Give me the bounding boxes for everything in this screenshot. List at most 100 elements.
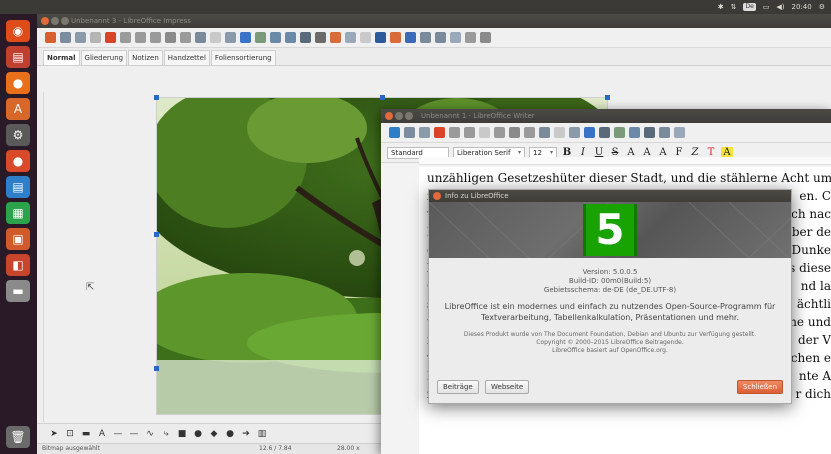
print-preview-icon[interactable] [464,127,475,138]
find-icon[interactable] [225,32,236,43]
textbox-icon[interactable] [659,127,670,138]
connector-icon[interactable]: ⤷ [161,429,171,439]
resize-handle-n[interactable] [380,95,385,100]
cut-icon[interactable] [135,32,146,43]
close-icon[interactable] [433,192,441,200]
clock[interactable]: 20:40 [792,3,812,11]
master-slide-icon[interactable] [420,32,431,43]
tab-notizen[interactable]: Notizen [128,50,163,65]
impress-titlebar[interactable]: Unbenannt 3 - LibreOffice Impress [37,14,831,28]
duplicate-slide-icon[interactable] [450,32,461,43]
print-icon[interactable] [120,32,131,43]
chart-icon[interactable] [285,32,296,43]
about-dialog-titlebar[interactable]: Info zu LibreOffice [429,190,791,202]
arrow-line-icon[interactable]: — [129,429,139,439]
keyboard-layout-indicator[interactable]: De [743,3,756,11]
chart-icon[interactable] [644,127,655,138]
redo-icon[interactable] [210,32,221,43]
table-icon[interactable] [255,32,266,43]
redo-icon[interactable] [554,127,565,138]
tab-handzettel[interactable]: Handzettel [163,50,210,65]
ubuntu-one-icon[interactable]: ● [6,150,30,172]
tab-normal[interactable]: Normal [43,50,80,65]
trash-icon[interactable]: 🗑 [6,426,30,448]
line-color-icon[interactable]: ▬ [81,429,91,439]
impress-launcher-icon[interactable]: ▣ [6,228,30,250]
textbox-icon[interactable] [300,32,311,43]
delete-slide-icon[interactable] [465,32,476,43]
resize-handle-w[interactable] [154,232,159,237]
save-icon[interactable] [75,32,86,43]
resize-handle-nw[interactable] [154,95,159,100]
fill-color-icon[interactable]: A [97,429,107,439]
settings-icon[interactable]: ⚙ [6,124,30,146]
chevron-down-icon[interactable]: ▾ [550,148,553,158]
tab-gliederung[interactable]: Gliederung [80,50,128,65]
new-icon[interactable] [45,32,56,43]
website-button[interactable]: Webseite [485,380,530,394]
new-slide-icon[interactable] [435,32,446,43]
symbol-shapes-icon[interactable]: ● [225,429,235,439]
line-icon[interactable]: — [113,429,123,439]
flowchart-icon[interactable]: ▥ [257,429,267,439]
print-icon[interactable] [449,127,460,138]
paste-icon[interactable] [165,32,176,43]
undo-icon[interactable] [195,32,206,43]
table-icon[interactable] [614,127,625,138]
find-icon[interactable] [569,127,580,138]
spellcheck-icon[interactable] [240,32,251,43]
battery-icon[interactable]: ▭ [763,3,770,11]
open-icon[interactable] [60,32,71,43]
pdf-icon[interactable] [105,32,116,43]
resize-handle-sw[interactable] [154,366,159,371]
ellipse-icon[interactable]: ● [193,429,203,439]
zoom-icon[interactable]: ⊡ [65,429,75,439]
app-icon[interactable]: ◧ [6,254,30,276]
block-arrows-icon[interactable]: ➔ [241,429,251,439]
export-icon[interactable] [90,32,101,43]
image-icon[interactable] [270,32,281,43]
rectangle-icon[interactable]: ■ [177,429,187,439]
page-break-icon[interactable] [674,127,685,138]
gear-icon[interactable]: ⚙ [819,3,825,11]
display-views-icon[interactable] [405,32,416,43]
curve-icon[interactable]: ∿ [145,429,155,439]
maximize-icon[interactable] [61,17,69,25]
minimize-icon[interactable] [51,17,59,25]
maximize-icon[interactable] [405,112,413,120]
network-icon[interactable]: ⇅ [731,3,737,11]
slide-layout-icon[interactable] [480,32,491,43]
software-center-icon[interactable]: A [6,98,30,120]
start-presentation-icon[interactable] [375,32,386,43]
writer-launcher-icon[interactable]: ▤ [6,176,30,198]
bluetooth-icon[interactable]: ✱ [718,3,724,11]
minimize-icon[interactable] [395,112,403,120]
save-icon[interactable] [419,127,430,138]
select-icon[interactable]: ➤ [49,429,59,439]
pdf-icon[interactable] [434,127,445,138]
calc-launcher-icon[interactable]: ▦ [6,202,30,224]
credits-button[interactable]: Beiträge [437,380,479,394]
copy-icon[interactable] [150,32,161,43]
resize-handle-ne[interactable] [605,95,610,100]
formatting-marks-icon[interactable] [599,127,610,138]
copy-icon[interactable] [494,127,505,138]
slide-show-icon[interactable] [390,32,401,43]
files-icon[interactable]: ▤ [6,46,30,68]
clone-icon[interactable] [180,32,191,43]
drive-icon[interactable]: ▬ [6,280,30,302]
chevron-down-icon[interactable]: ▾ [518,148,521,158]
volume-icon[interactable]: ◀) [776,3,784,11]
tab-foliensortierung[interactable]: Foliensortierung [210,50,276,65]
media-icon[interactable] [330,32,341,43]
close-icon[interactable] [41,17,49,25]
writer-titlebar[interactable]: Unbenannt 1 - LibreOffice Writer [381,109,831,123]
paste-icon[interactable] [509,127,520,138]
diamond-icon[interactable]: ◆ [209,429,219,439]
open-icon[interactable] [404,127,415,138]
image-icon[interactable] [629,127,640,138]
dash-icon[interactable]: ◉ [6,20,30,42]
ruler[interactable] [419,157,831,165]
cut-icon[interactable] [479,127,490,138]
close-button[interactable]: Schließen [736,380,783,394]
